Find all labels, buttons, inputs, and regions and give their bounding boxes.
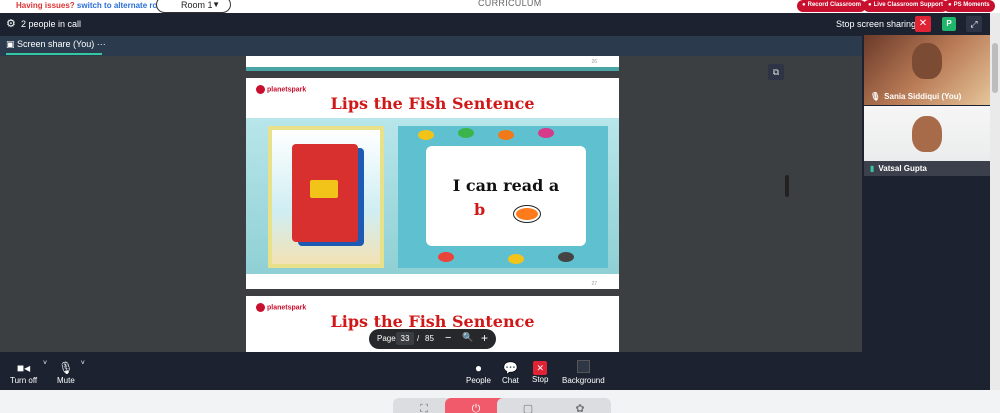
chevron-down-icon[interactable]: ˅ (43, 360, 47, 367)
participant-name-text: Sania Siddiqui (You) (884, 92, 962, 101)
palette-icon: ✿ (575, 403, 585, 413)
logo-text: planetspark (267, 304, 307, 312)
pdf-page-current: planetspark Lips the Fish Sentence I can… (246, 78, 619, 289)
issues-text: Having issues? (16, 1, 75, 10)
stop-share-button[interactable]: ✕ Stop (532, 359, 548, 384)
sentence-text: I can read a (452, 176, 560, 195)
stop-sharing-label: Stop screen sharing (836, 19, 917, 29)
fish-icon (508, 254, 524, 264)
room-select[interactable]: Room 1 ▼ (156, 0, 231, 13)
slide-title: Lips the Fish Sentence (330, 94, 535, 113)
stage-scrollbar[interactable] (785, 175, 789, 197)
people-label: People (466, 376, 491, 385)
participant-tile-other[interactable]: ▮ Vatsal Gupta (864, 106, 990, 176)
sentence-letter: b (474, 200, 486, 219)
participant-video (912, 43, 942, 79)
page-label: Page (377, 334, 396, 343)
background-label: Background (562, 376, 605, 385)
tab-active-indicator (6, 53, 102, 55)
palette-tray-button[interactable]: ✿ (549, 398, 611, 413)
ps-moments-button[interactable]: PS Moments (943, 0, 995, 12)
issues-notice: Having issues? switch to alternate room (16, 1, 169, 10)
share-tabbar: ▣ Screen share (You) ··· (0, 36, 862, 56)
close-icon: ✕ (918, 18, 928, 29)
chat-icon: 💬 (502, 361, 518, 375)
fish-icon (458, 128, 474, 138)
caret-down-icon: ▼ (212, 0, 220, 9)
chevron-down-icon[interactable]: ˅ (81, 360, 85, 367)
mic-icon: 🎙 (870, 92, 881, 101)
page-scrollbar[interactable] (990, 13, 1000, 390)
background-icon (576, 360, 590, 373)
book-illustration-panel (268, 126, 384, 268)
stop-sharing-button[interactable]: ✕ (915, 16, 931, 32)
mic-toggle-button[interactable]: 🎙 Mute ˅ (57, 360, 85, 385)
fish-icon (538, 128, 554, 138)
popout-icon[interactable]: ⧉ (768, 64, 784, 80)
call-window: ⚙ 2 people in call Stop screen sharing ✕… (0, 13, 990, 390)
book-icon (292, 144, 358, 242)
ocean-panel: I can read a b (398, 126, 608, 268)
curriculum-title: CURRICULUM (478, 0, 542, 8)
pdf-page-prev: 26 (246, 56, 619, 71)
fish-icon (418, 130, 434, 140)
page-separator: / (417, 334, 420, 343)
call-controls: ■◂ Turn off ˅ 🎙 Mute ˅ ● People 💬 Chat ✕… (0, 352, 990, 390)
scrollbar-thumb[interactable] (992, 43, 998, 93)
p-badge[interactable]: P (942, 17, 956, 31)
window-icon: ▢ (522, 403, 534, 413)
more-options[interactable]: ··· (97, 39, 106, 49)
participant-name-text: Vatsal Gupta (878, 164, 927, 173)
logo-text: planetspark (267, 86, 307, 94)
participant-name: ▮ Vatsal Gupta (864, 161, 990, 176)
tab-screen-share[interactable]: ▣ Screen share (You) ··· (6, 39, 106, 50)
page-current-input[interactable]: 33 (396, 332, 414, 345)
participant-video (912, 116, 942, 152)
fish-icon (498, 130, 514, 140)
participant-tile-self[interactable]: 🎙 Sania Siddiqui (You) (864, 35, 990, 105)
stop-label: Stop (532, 375, 549, 384)
page-controls: Page 33 / 85 − 🔍 + (369, 329, 496, 349)
chat-label: Chat (502, 376, 519, 385)
zoom-out-icon[interactable]: − (445, 332, 451, 344)
expand-icon[interactable]: ⤢ (966, 16, 982, 32)
record-classroom-button[interactable]: Record Classroom (797, 0, 866, 12)
gear-icon[interactable]: ⚙ (6, 17, 16, 30)
background-button[interactable]: Background (562, 360, 605, 385)
sentence-card: I can read a b (426, 146, 586, 246)
participant-name: 🎙 Sania Siddiqui (You) (870, 92, 961, 101)
chat-button[interactable]: 💬 Chat (502, 360, 519, 385)
fish-icon (558, 252, 574, 262)
zoom-icon[interactable]: 🔍 (462, 332, 473, 343)
page-number-current: 27 (591, 281, 597, 287)
person-icon: ● (474, 361, 483, 375)
power-icon: ⏻ (471, 403, 481, 413)
people-button[interactable]: ● People (466, 360, 491, 385)
top-notice-bar: Having issues? switch to alternate room … (0, 0, 1000, 13)
slide-scene: I can read a b (246, 118, 619, 274)
mic-label: Mute (57, 376, 75, 385)
shared-screen: 26 planetspark Lips the Fish Sentence I … (0, 56, 862, 352)
camera-icon: ■◂ (16, 361, 31, 375)
clownfish-icon (514, 206, 540, 222)
planetspark-logo: planetspark (256, 85, 306, 94)
camera-label: Turn off (10, 376, 38, 385)
page-number-prev: 26 (591, 59, 597, 65)
live-classroom-support-button[interactable]: Live Classroom Support (863, 0, 948, 12)
fullscreen-icon: ⛶ (420, 403, 428, 413)
mic-icon: 🎙 (58, 361, 74, 375)
call-header: ⚙ 2 people in call Stop screen sharing ✕… (0, 13, 990, 36)
screen-icon: ▣ (6, 39, 15, 49)
stop-share-icon: ✕ (533, 361, 548, 375)
zoom-in-icon[interactable]: + (481, 331, 488, 345)
tab-screen-share-label: Screen share (You) (17, 39, 95, 49)
room-select-value: Room 1 (181, 0, 213, 10)
page-total: 85 (425, 334, 434, 343)
mic-icon: ▮ (870, 164, 875, 173)
crab-icon (438, 252, 454, 262)
people-count: 2 people in call (21, 19, 82, 29)
planetspark-logo: planetspark (256, 303, 306, 312)
camera-toggle-button[interactable]: ■◂ Turn off ˅ (10, 360, 47, 385)
